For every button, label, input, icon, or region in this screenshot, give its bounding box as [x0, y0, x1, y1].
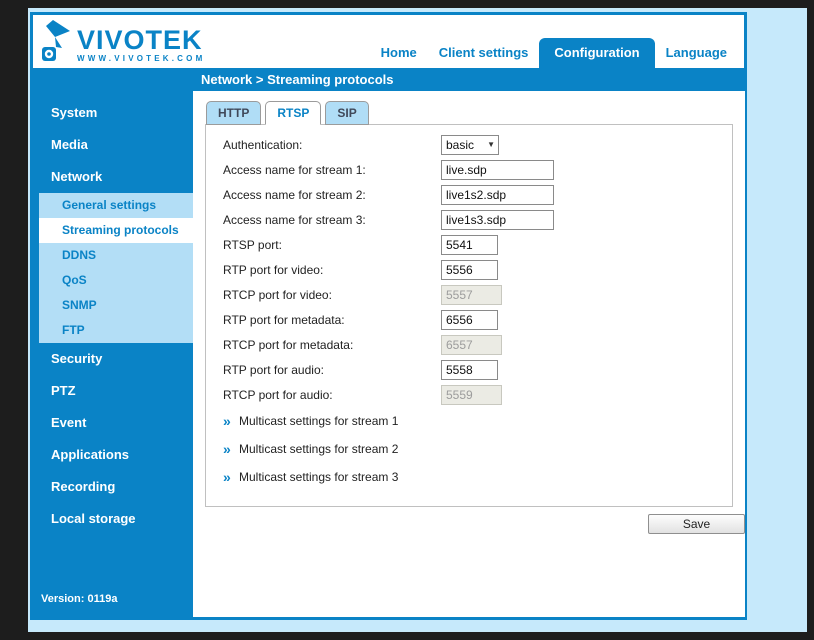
vivotek-logo: VIVOTEK WWW.VIVOTEK.COM — [39, 19, 205, 68]
form-row-access-name-3: Access name for stream 3: — [206, 207, 732, 232]
protocol-tabs: HTTP RTSP SIP — [206, 101, 745, 125]
brand-name: VIVOTEK — [77, 27, 205, 53]
multicast-stream-3-toggle[interactable]: » Multicast settings for stream 3 — [206, 463, 732, 491]
expand-arrow-icon: » — [223, 442, 239, 456]
access-name-2-input[interactable] — [441, 185, 554, 205]
sidebar-item-streaming-protocols[interactable]: Streaming protocols — [39, 218, 193, 243]
rtp-port-video-input[interactable] — [441, 260, 498, 280]
form-row-rtcp-port-metadata: RTCP port for metadata: — [206, 332, 732, 357]
rtp-port-metadata-input[interactable] — [441, 310, 498, 330]
rtp-port-video-label: RTP port for video: — [223, 263, 441, 277]
sidebar-item-event[interactable]: Event — [33, 407, 193, 439]
sidebar-item-ptz[interactable]: PTZ — [33, 375, 193, 407]
rtcp-port-metadata-input — [441, 335, 502, 355]
sidebar-item-media[interactable]: Media — [33, 129, 193, 161]
brand-tagline: WWW.VIVOTEK.COM — [77, 54, 205, 63]
form-row-rtp-port-audio: RTP port for audio: — [206, 357, 732, 382]
multicast-stream-2-label: Multicast settings for stream 2 — [239, 442, 398, 456]
sidebar-item-applications[interactable]: Applications — [33, 439, 193, 471]
wordmark: VIVOTEK WWW.VIVOTEK.COM — [77, 27, 205, 63]
form-row-access-name-1: Access name for stream 1: — [206, 157, 732, 182]
form-row-rtsp-port: RTSP port: — [206, 232, 732, 257]
top-navigation: Home Client settings Configuration Langu… — [370, 38, 738, 68]
sidebar-item-general-settings[interactable]: General settings — [39, 193, 193, 218]
rtsp-port-label: RTSP port: — [223, 238, 441, 252]
rtp-port-audio-input[interactable] — [441, 360, 498, 380]
header: VIVOTEK WWW.VIVOTEK.COM Home Client sett… — [33, 15, 744, 68]
sidebar-item-ddns[interactable]: DDNS — [39, 243, 193, 268]
access-name-3-label: Access name for stream 3: — [223, 213, 441, 227]
rtcp-port-metadata-label: RTCP port for metadata: — [223, 338, 441, 352]
form-row-rtcp-port-audio: RTCP port for audio: — [206, 382, 732, 407]
main-content: HTTP RTSP SIP Authentication: basic ▼ Ac… — [193, 91, 745, 617]
rtcp-port-audio-input — [441, 385, 502, 405]
sidebar-item-qos[interactable]: QoS — [39, 268, 193, 293]
save-button[interactable]: Save — [648, 514, 745, 534]
sidebar-item-recording[interactable]: Recording — [33, 471, 193, 503]
rtp-port-metadata-label: RTP port for metadata: — [223, 313, 441, 327]
authentication-label: Authentication: — [223, 138, 441, 152]
sidebar-item-ftp[interactable]: FTP — [39, 318, 193, 343]
form-row-authentication: Authentication: basic ▼ — [206, 132, 732, 157]
expand-arrow-icon: » — [223, 414, 239, 428]
access-name-1-input[interactable] — [441, 160, 554, 180]
sidebar-item-system[interactable]: System — [33, 97, 193, 129]
multicast-stream-1-label: Multicast settings for stream 1 — [239, 414, 398, 428]
authentication-selected-value: basic — [446, 138, 474, 152]
sidebar-item-snmp[interactable]: SNMP — [39, 293, 193, 318]
breadcrumb: Network > Streaming protocols — [33, 68, 744, 91]
desktop-background: { "brand": { "name": "VIVOTEK", "tagline… — [0, 0, 814, 640]
firmware-version: Version: 0119a — [41, 593, 117, 605]
multicast-stream-3-label: Multicast settings for stream 3 — [239, 470, 398, 484]
multicast-stream-1-toggle[interactable]: » Multicast settings for stream 1 — [206, 407, 732, 435]
chevron-down-icon: ▼ — [487, 140, 495, 149]
rtcp-port-audio-label: RTCP port for audio: — [223, 388, 441, 402]
save-row: Save — [205, 514, 745, 534]
sidebar-bottom-group: Security PTZ Event Applications Recordin… — [33, 343, 193, 535]
rtsp-settings-panel: Authentication: basic ▼ Access name for … — [205, 124, 733, 507]
sidebar-item-security[interactable]: Security — [33, 343, 193, 375]
page-background: VIVOTEK WWW.VIVOTEK.COM Home Client sett… — [28, 8, 807, 632]
sidebar-item-local-storage[interactable]: Local storage — [33, 503, 193, 535]
tab-http[interactable]: HTTP — [206, 101, 261, 125]
app-window: VIVOTEK WWW.VIVOTEK.COM Home Client sett… — [30, 12, 747, 620]
rtcp-port-video-label: RTCP port for video: — [223, 288, 441, 302]
sidebar-top-group: System Media Network — [33, 91, 193, 193]
form-row-access-name-2: Access name for stream 2: — [206, 182, 732, 207]
nav-configuration[interactable]: Configuration — [539, 38, 654, 68]
tab-sip[interactable]: SIP — [325, 101, 368, 125]
nav-home[interactable]: Home — [370, 38, 428, 68]
access-name-2-label: Access name for stream 2: — [223, 188, 441, 202]
multicast-stream-2-toggle[interactable]: » Multicast settings for stream 2 — [206, 435, 732, 463]
body-row: System Media Network General settings St… — [33, 91, 744, 617]
form-row-rtp-port-video: RTP port for video: — [206, 257, 732, 282]
form-row-rtp-port-metadata: RTP port for metadata: — [206, 307, 732, 332]
network-submenu: General settings Streaming protocols DDN… — [33, 193, 193, 343]
access-name-1-label: Access name for stream 1: — [223, 163, 441, 177]
expand-arrow-icon: » — [223, 470, 239, 484]
tab-rtsp[interactable]: RTSP — [265, 101, 321, 125]
access-name-3-input[interactable] — [441, 210, 554, 230]
rtcp-port-video-input — [441, 285, 502, 305]
rtsp-port-input[interactable] — [441, 235, 498, 255]
vivotek-bird-icon — [39, 19, 77, 68]
nav-client-settings[interactable]: Client settings — [428, 38, 540, 68]
rtp-port-audio-label: RTP port for audio: — [223, 363, 441, 377]
authentication-select[interactable]: basic ▼ — [441, 135, 499, 155]
sidebar: System Media Network General settings St… — [33, 91, 193, 617]
sidebar-item-network[interactable]: Network — [33, 161, 193, 193]
form-row-rtcp-port-video: RTCP port for video: — [206, 282, 732, 307]
nav-language[interactable]: Language — [655, 38, 738, 68]
